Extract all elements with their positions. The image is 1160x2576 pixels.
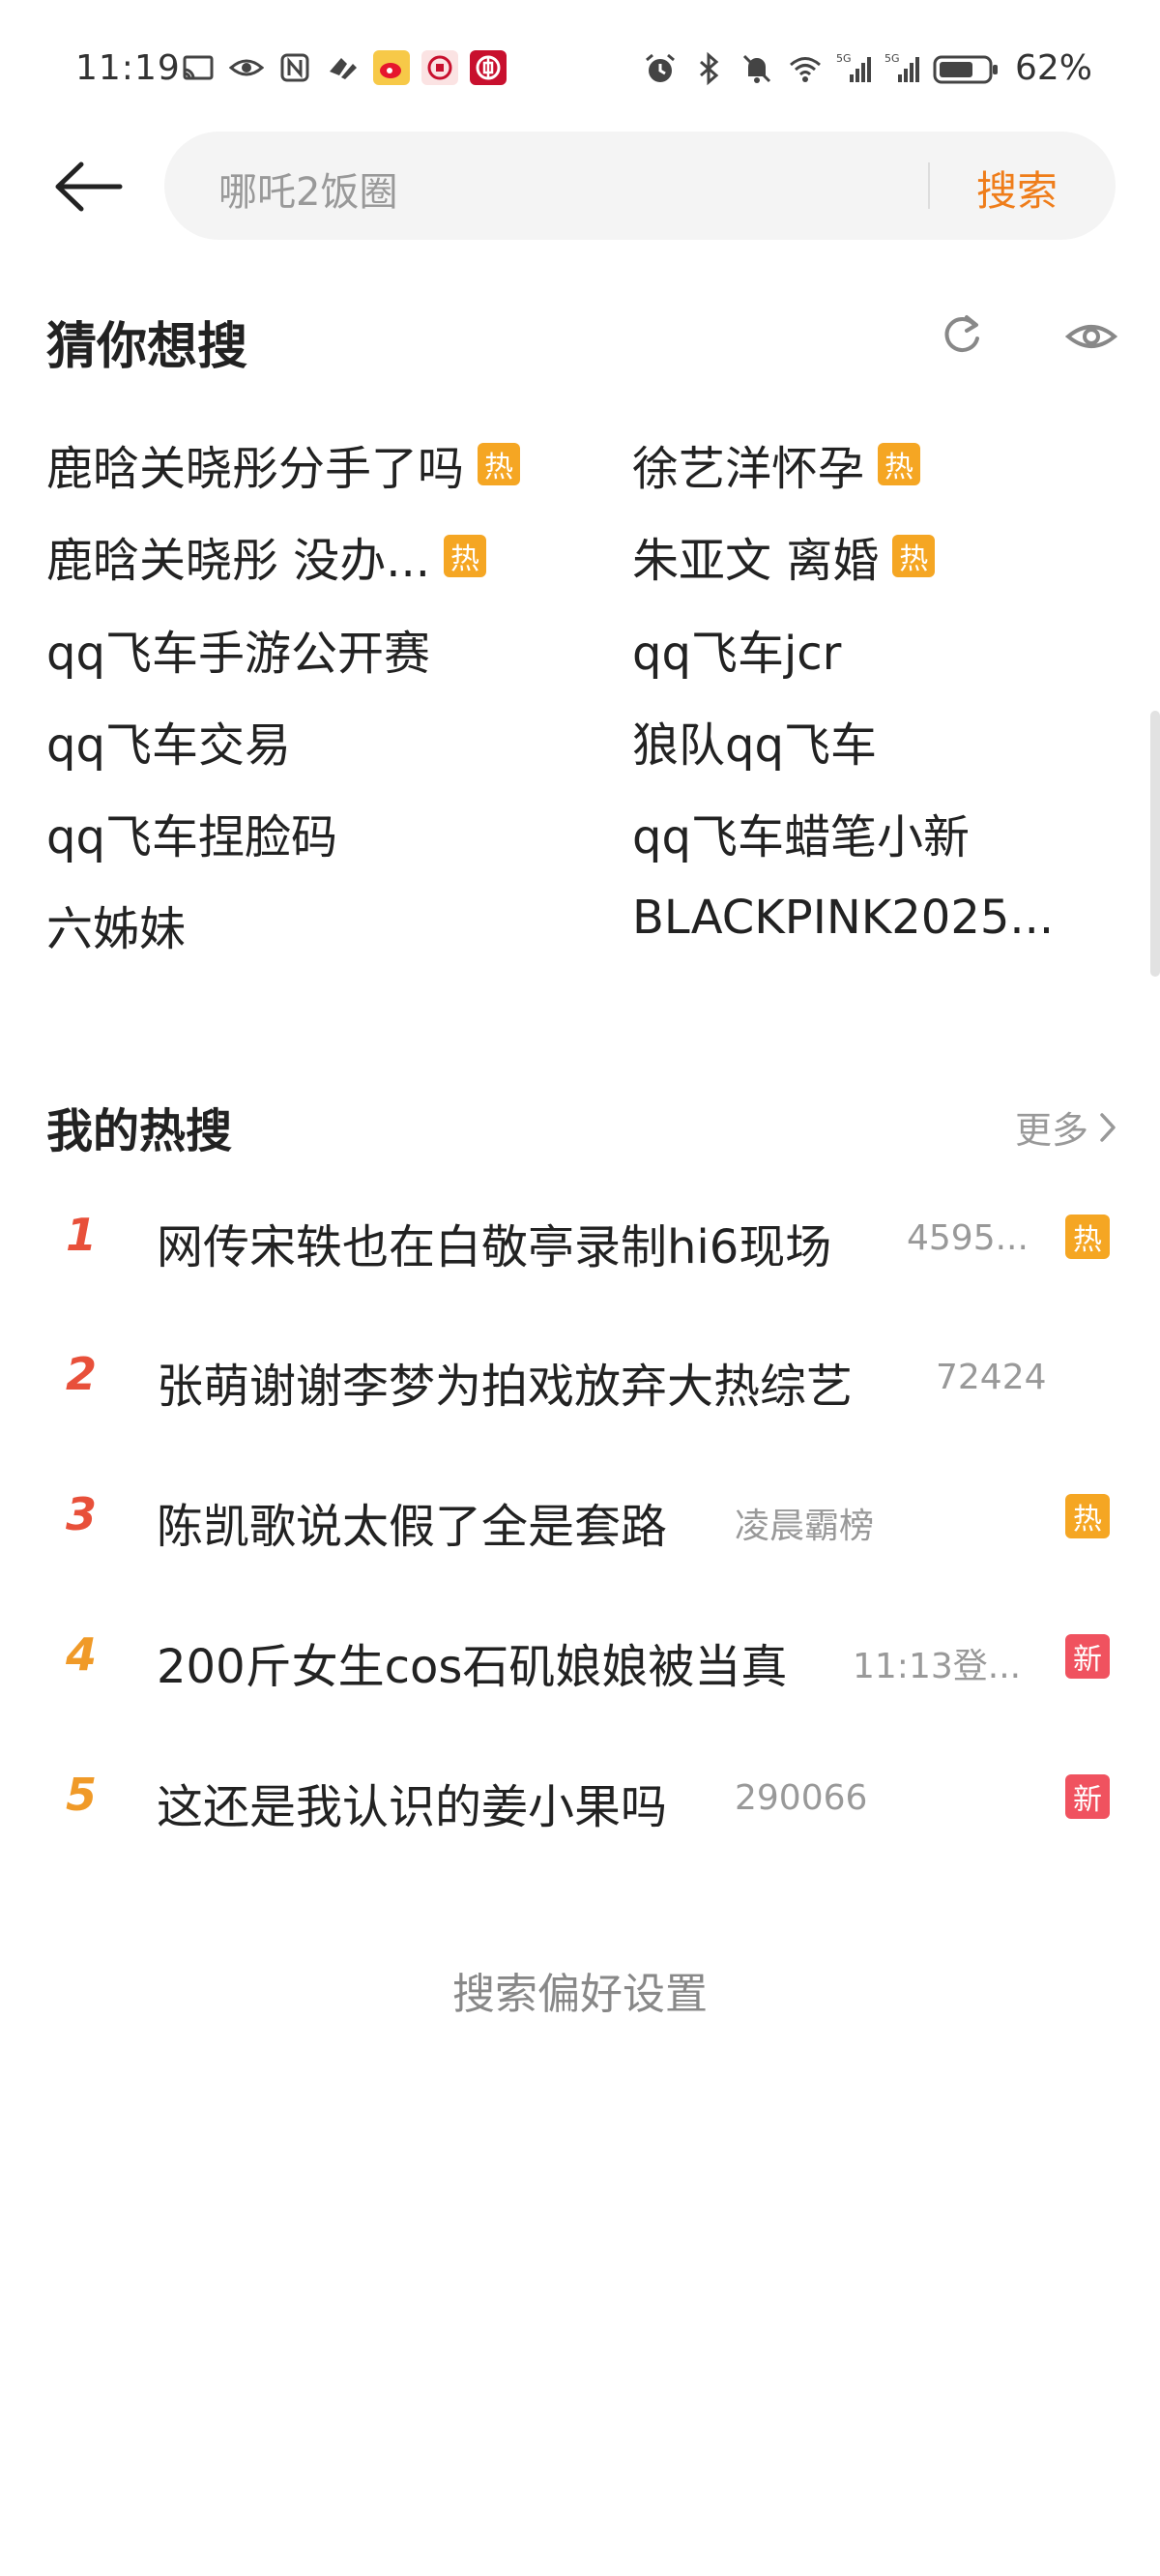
hot-tag-badge: 热: [1065, 1494, 1110, 1538]
hot-search-meta: 11:13登...: [853, 1647, 1022, 1686]
hot-search-meta: 凌晨霸榜: [735, 1507, 875, 1546]
new-tag-badge: 新: [1065, 1774, 1110, 1819]
rank-number: 3: [66, 1488, 98, 1540]
nfc-icon: [276, 50, 313, 85]
status-notification-icons: [180, 50, 507, 85]
rank-number: 4: [66, 1628, 98, 1681]
signal-5g-label-2: 5G: [884, 52, 900, 65]
signal-5g-icon-2: 5G: [884, 51, 920, 86]
chevron-right-icon: [1100, 1112, 1116, 1142]
rank-number: 1: [66, 1209, 98, 1261]
guess-item[interactable]: 六姊妹: [46, 891, 186, 958]
guess-item-label: 鹿晗关晓彤 没办...: [46, 534, 431, 588]
cast-icon: [180, 50, 217, 85]
rank-number: 2: [66, 1348, 98, 1400]
new-tag-badge: 新: [1065, 1634, 1110, 1679]
guess-section-title: 猜你想搜: [46, 318, 248, 376]
hot-search-row[interactable]: 3 陈凯歌说太假了全是套路 凌晨霸榜 热: [0, 1469, 1160, 1566]
scrollbar[interactable]: [1150, 711, 1160, 977]
battery-percentage: 62%: [1014, 48, 1092, 88]
guess-item[interactable]: 徐艺洋怀孕热: [632, 430, 921, 498]
weibo-app-icon: [373, 50, 410, 85]
hot-search-row[interactable]: 1 网传宋轶也在白敬亭录制hi6现场 4595... 热: [0, 1189, 1160, 1286]
rank-number: 5: [66, 1769, 98, 1821]
search-input[interactable]: 哪吒2饭圈: [218, 161, 397, 217]
bank-app-icon: [421, 50, 458, 85]
guess-item-label: qq飞车交易: [46, 718, 291, 773]
bluetooth-icon: [690, 51, 727, 86]
hot-search-row[interactable]: 5 这还是我认识的姜小果吗 290066 新: [0, 1749, 1160, 1846]
guess-item[interactable]: BLACKPINK2025...: [632, 891, 1054, 945]
guess-item-label: qq飞车捏脸码: [46, 810, 337, 864]
guess-item-label: qq飞车手游公开赛: [46, 627, 430, 681]
hot-search-row[interactable]: 2 张萌谢谢李梦为拍戏放弃大热综艺 72424: [0, 1329, 1160, 1425]
sync-icon: [325, 50, 362, 85]
guess-item[interactable]: qq飞车捏脸码: [46, 799, 337, 866]
battery-icon: [932, 51, 1000, 86]
signal-5g-icon-1: 5G: [835, 51, 872, 86]
eye-comfort-icon: [228, 50, 265, 85]
hot-search-row[interactable]: 4 200斤女生cos石矶娘娘被当真 11:13登... 新: [0, 1609, 1160, 1706]
hot-search-title: 这还是我认识的姜小果吗: [157, 1780, 668, 1834]
guess-item[interactable]: 朱亚文 离婚热: [632, 522, 936, 590]
hot-search-title: 张萌谢谢李梦为拍戏放弃大热综艺: [157, 1360, 854, 1414]
refresh-button[interactable]: [938, 311, 986, 360]
more-link[interactable]: 更多: [1015, 1100, 1121, 1154]
guess-item[interactable]: 鹿晗关晓彤 没办... 热: [46, 522, 487, 590]
status-system-icons: 5G 5G 62%: [642, 48, 1092, 88]
guess-item[interactable]: qq飞车交易: [46, 707, 291, 775]
status-bar: 11:19 5G 5G 62%: [0, 0, 1160, 141]
guess-item-label: 徐艺洋怀孕: [632, 442, 865, 496]
guess-item[interactable]: qq飞车jcr: [632, 615, 841, 683]
guess-item-label: qq飞车jcr: [632, 627, 842, 681]
guess-item[interactable]: qq飞车手游公开赛: [46, 615, 430, 683]
hot-section-title: 我的热搜: [46, 1104, 233, 1158]
hot-search-title: 陈凯歌说太假了全是套路: [157, 1500, 668, 1554]
hot-search-title: 网传宋轶也在白敬亭录制hi6现场: [157, 1220, 832, 1274]
search-bar[interactable]: 哪吒2饭圈 搜索: [164, 132, 1116, 240]
guess-item-label: 朱亚文 离婚: [632, 534, 880, 588]
visibility-toggle-button[interactable]: [1064, 315, 1118, 358]
hot-search-title: 200斤女生cos石矶娘娘被当真: [157, 1640, 788, 1694]
wifi-icon: [787, 51, 824, 86]
mute-bell-icon: [739, 51, 775, 86]
more-label: 更多: [1015, 1109, 1089, 1152]
hot-tag-badge: 热: [892, 535, 936, 577]
signal-5g-label-1: 5G: [836, 52, 852, 65]
hot-search-meta: 4595...: [907, 1218, 1029, 1258]
guess-item[interactable]: 狼队qq飞车: [632, 707, 877, 775]
refresh-icon: [944, 315, 979, 352]
hot-tag-badge: 热: [478, 443, 521, 485]
hot-tag-badge: 热: [444, 535, 487, 577]
back-button[interactable]: [50, 153, 128, 220]
guess-item-label: 鹿晗关晓彤分手了吗: [46, 442, 465, 496]
guess-item-label: BLACKPINK2025...: [632, 891, 1055, 945]
status-time: 11:19: [75, 48, 181, 88]
boc-app-icon: [470, 50, 507, 85]
back-arrow-icon: [55, 161, 123, 212]
search-button[interactable]: 搜索: [976, 159, 1058, 218]
guess-item-label: qq飞车蜡笔小新: [632, 810, 970, 864]
search-preferences-link[interactable]: 搜索偏好设置: [0, 1959, 1160, 2021]
search-divider: [928, 162, 930, 209]
eye-icon: [1064, 325, 1118, 348]
alarm-icon: [642, 51, 679, 86]
hot-search-meta: 290066: [735, 1778, 868, 1818]
hot-search-meta: 72424: [936, 1358, 1047, 1397]
guess-item-label: 狼队qq飞车: [632, 718, 877, 773]
guess-item-label: 六姊妹: [46, 902, 187, 956]
hot-tag-badge: 热: [878, 443, 921, 485]
hot-tag-badge: 热: [1065, 1215, 1110, 1259]
guess-item[interactable]: 鹿晗关晓彤分手了吗热: [46, 430, 521, 498]
guess-item[interactable]: qq飞车蜡笔小新: [632, 799, 970, 866]
